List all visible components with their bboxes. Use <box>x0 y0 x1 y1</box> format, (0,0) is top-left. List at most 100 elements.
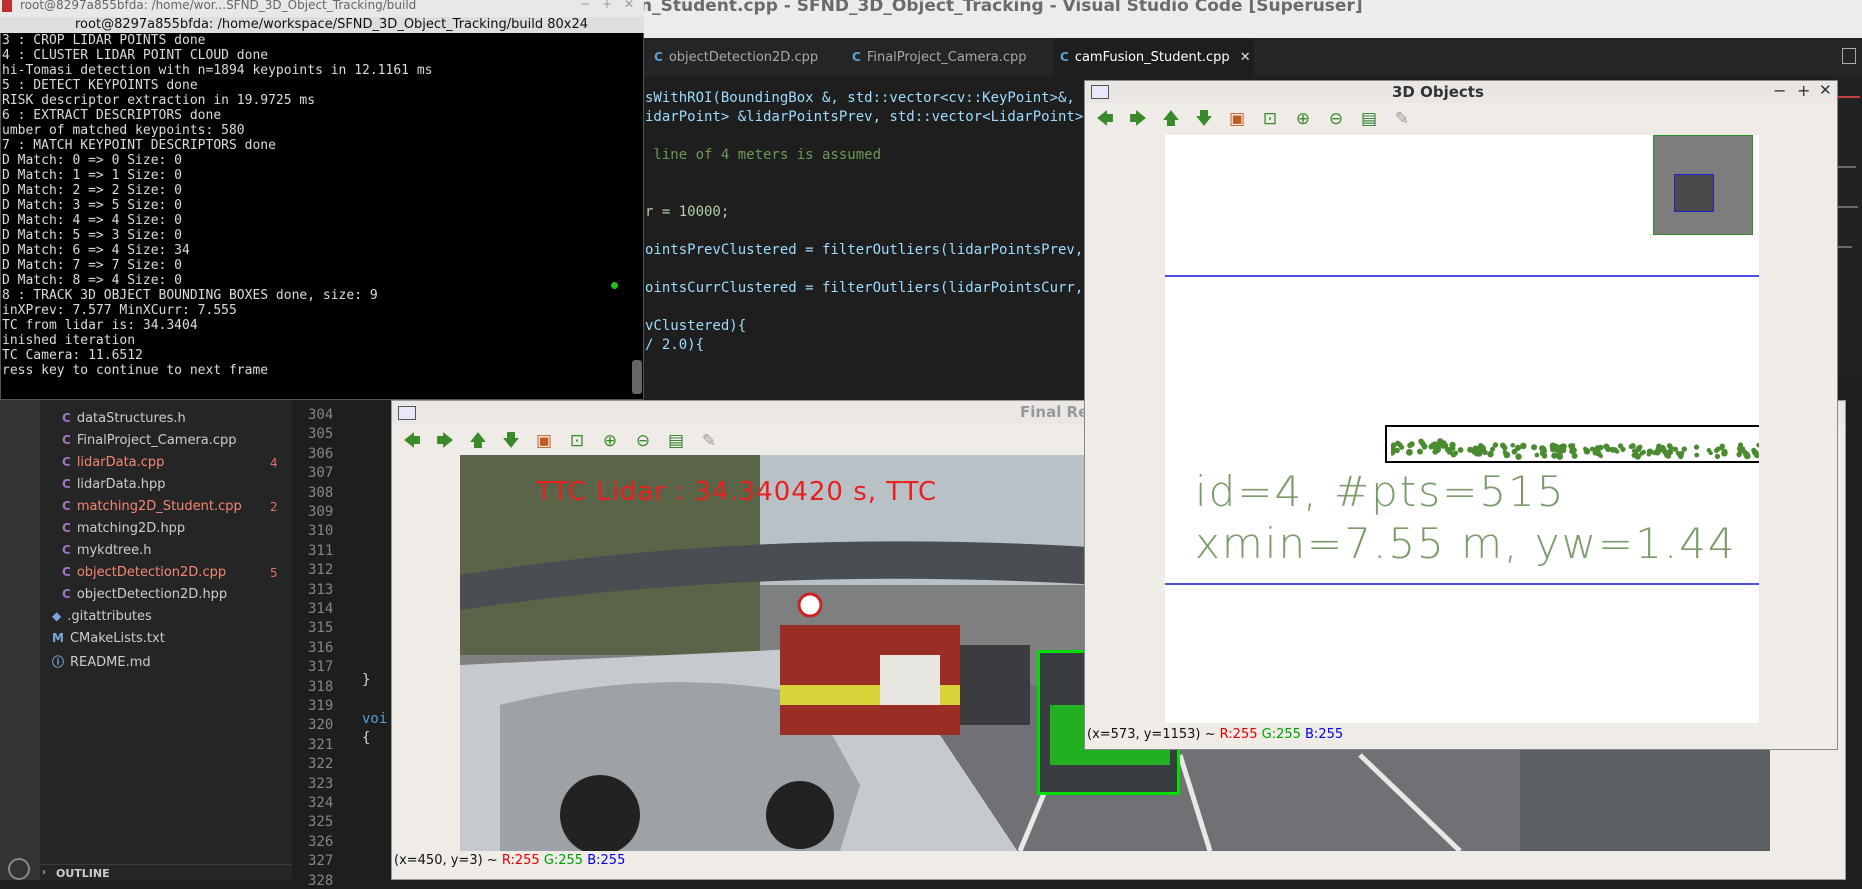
minimap[interactable] <box>1836 76 1862 376</box>
lidar-point <box>1541 452 1548 459</box>
tab-close-icon[interactable]: ✕ <box>1240 50 1251 65</box>
line-number: 321 <box>308 736 334 753</box>
object-id-label: id=4, #pts=515 <box>1195 467 1566 516</box>
terminal-output-line: 7 : MATCH KEYPOINT DESCRIPTORS done <box>2 138 276 153</box>
lidar-point <box>1655 446 1660 451</box>
line-number: 317 <box>308 659 334 676</box>
lidar-point <box>1583 448 1591 455</box>
lidar-point <box>1628 444 1634 450</box>
file-icon: C <box>62 455 71 469</box>
tab-camfusion-student[interactable]: CcamFusion_Student.cpp ✕ <box>1054 38 1254 76</box>
explorer-item-label: matching2D.hpp <box>76 521 186 536</box>
code-line: / 2.0){ <box>645 337 705 353</box>
explorer-item-label: matching2D_Student.cpp <box>76 499 242 514</box>
explorer-item[interactable]: M CMakeLists.txt <box>52 631 165 646</box>
arrow-right-icon[interactable]: 🡆 <box>1128 109 1148 129</box>
objects-window-status-bar: (x=573, y=1153) ~ R:255 G:255 B:255 <box>1087 727 1343 742</box>
tab-finalproject-camera[interactable]: C FinalProject_Camera.cpp <box>846 38 1042 76</box>
explorer-item[interactable]: ClidarData.cpp <box>62 455 164 470</box>
arrow-up-icon[interactable]: 🡅 <box>1161 109 1181 129</box>
maximize-icon[interactable]: + <box>1797 81 1810 100</box>
lidar-point <box>1681 446 1687 452</box>
explorer-item-label: .gitattributes <box>67 609 152 624</box>
image-icon[interactable]: ▣ <box>1227 109 1247 129</box>
line-number: 305 <box>308 426 334 443</box>
explorer-item[interactable]: CdataStructures.h <box>62 411 186 426</box>
explorer-item[interactable]: Cmatching2D.hpp <box>62 521 185 536</box>
lidar-point <box>1756 443 1759 448</box>
zoom-out-icon[interactable]: ⊖ <box>633 431 653 451</box>
lidar-point <box>1678 454 1684 460</box>
split-editor-icon[interactable] <box>1842 48 1856 64</box>
properties-icon[interactable]: ✎ <box>1392 109 1412 129</box>
line-number: 320 <box>308 717 334 734</box>
window-app-icon <box>398 406 416 420</box>
arrow-left-icon[interactable]: 🡄 <box>402 431 422 451</box>
outline-label: OUTLINE <box>56 867 110 880</box>
arrow-left-icon[interactable]: 🡄 <box>1095 109 1115 129</box>
code-line: vClustered){ <box>645 318 747 334</box>
terminal-scrollbar[interactable] <box>632 360 642 394</box>
minimize-icon[interactable]: − <box>1773 81 1786 100</box>
save-icon[interactable]: ▤ <box>666 431 686 451</box>
explorer-item-label: FinalProject_Camera.cpp <box>76 433 237 448</box>
minimap-view <box>1653 135 1753 235</box>
zoom-in-icon[interactable]: ⊕ <box>1293 109 1313 129</box>
maximize-icon[interactable]: + <box>602 0 612 11</box>
explorer-item[interactable]: ◆ .gitattributes <box>52 609 152 624</box>
tab-label: objectDetection2D.cpp <box>668 50 819 65</box>
explorer-item[interactable]: ⓘ README.md <box>52 653 151 670</box>
line-number: 318 <box>308 678 334 695</box>
explorer-item[interactable]: Cmatching2D_Student.cpp <box>62 499 242 514</box>
terminal-output-line: 4 : CLUSTER LIDAR POINT CLOUD done <box>2 48 269 63</box>
lidar-point <box>1714 453 1721 460</box>
explorer-item[interactable]: CobjectDetection2D.cpp <box>62 565 226 580</box>
zoom-in-icon[interactable]: ⊕ <box>600 431 620 451</box>
arrow-down-icon[interactable]: 🡇 <box>501 431 521 451</box>
lidar-point <box>1399 444 1405 450</box>
lidar-point <box>1422 444 1428 450</box>
tab-objectdetection2d[interactable]: CobjectDetection2D.cpp <box>648 38 834 76</box>
lidar-point <box>1594 445 1601 452</box>
distance-marker-line <box>1165 275 1759 277</box>
lidar-point <box>1395 440 1401 446</box>
line-number: 316 <box>308 639 334 656</box>
code-line: idarPoint> &lidarPointsPrev, std::vector… <box>645 109 1084 125</box>
terminal-output-line: TC Camera: 11.6512 <box>2 348 143 363</box>
cursor-coords: (x=450, y=3) ~ <box>394 853 498 868</box>
cpp-file-icon: C <box>1060 50 1069 64</box>
close-icon[interactable]: ✕ <box>624 0 634 11</box>
terminal-output-line: D Match: 1 => 1 Size: 0 <box>2 168 183 183</box>
outline-section[interactable]: › OUTLINE <box>40 864 292 881</box>
zoom-fit-icon[interactable]: ⊡ <box>1260 109 1280 129</box>
explorer-item[interactable]: ClidarData.hpp <box>62 477 166 492</box>
lidar-point <box>1641 449 1646 455</box>
tab-label: FinalProject_Camera.cpp <box>866 50 1027 65</box>
line-number: 306 <box>308 445 334 462</box>
settings-gear-icon[interactable] <box>8 858 30 880</box>
explorer-item[interactable]: CobjectDetection2D.hpp <box>62 587 227 602</box>
cpp-file-icon: C <box>852 50 861 64</box>
properties-icon[interactable]: ✎ <box>699 431 719 451</box>
arrow-right-icon[interactable]: 🡆 <box>435 431 455 451</box>
file-icon: M <box>52 631 64 645</box>
save-icon[interactable]: ▤ <box>1359 109 1379 129</box>
pixel-r: R:255 <box>1219 727 1258 742</box>
explorer-item[interactable]: C FinalProject_Camera.cpp <box>62 433 237 448</box>
image-icon[interactable]: ▣ <box>534 431 554 451</box>
zoom-fit-icon[interactable]: ⊡ <box>567 431 587 451</box>
lidar-point <box>1492 442 1499 448</box>
line-number: 307 <box>308 465 334 482</box>
pixel-b: B:255 <box>1305 727 1344 742</box>
explorer-item-label: lidarData.cpp <box>76 455 165 470</box>
arrow-down-icon[interactable]: 🡇 <box>1194 109 1214 129</box>
3d-objects-window[interactable]: 3D Objects − + ✕ 🡄 🡆 🡅 🡇 ▣ ⊡ ⊕ ⊖ ▤ ✎ id=4, #pts=5… <box>1084 80 1838 750</box>
zoom-out-icon[interactable]: ⊖ <box>1326 109 1346 129</box>
minimize-icon[interactable]: − <box>580 0 590 11</box>
arrow-up-icon[interactable]: 🡅 <box>468 431 488 451</box>
close-icon[interactable]: ✕ <box>1819 81 1832 99</box>
line-number: 322 <box>308 756 334 773</box>
line-number: 313 <box>308 581 334 598</box>
cpp-file-icon: C <box>654 50 663 64</box>
explorer-item[interactable]: Cmykdtree.h <box>62 543 151 558</box>
